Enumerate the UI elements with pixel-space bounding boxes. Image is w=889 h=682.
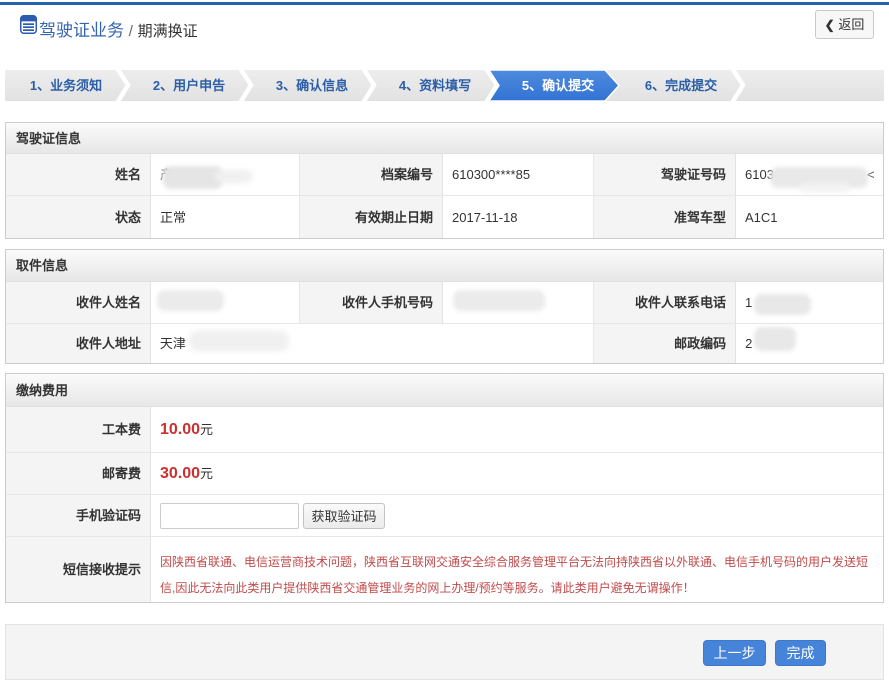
svg-text:3、确认信息: 3、确认信息 (276, 78, 348, 93)
svg-text:2、用户申告: 2、用户申告 (153, 78, 225, 93)
svg-text:5、确认提交: 5、确认提交 (522, 78, 594, 93)
svg-text:6、完成提交: 6、完成提交 (645, 78, 717, 93)
svg-text:4、资料填写: 4、资料填写 (399, 78, 471, 93)
svg-text:1、业务须知: 1、业务须知 (30, 78, 102, 93)
